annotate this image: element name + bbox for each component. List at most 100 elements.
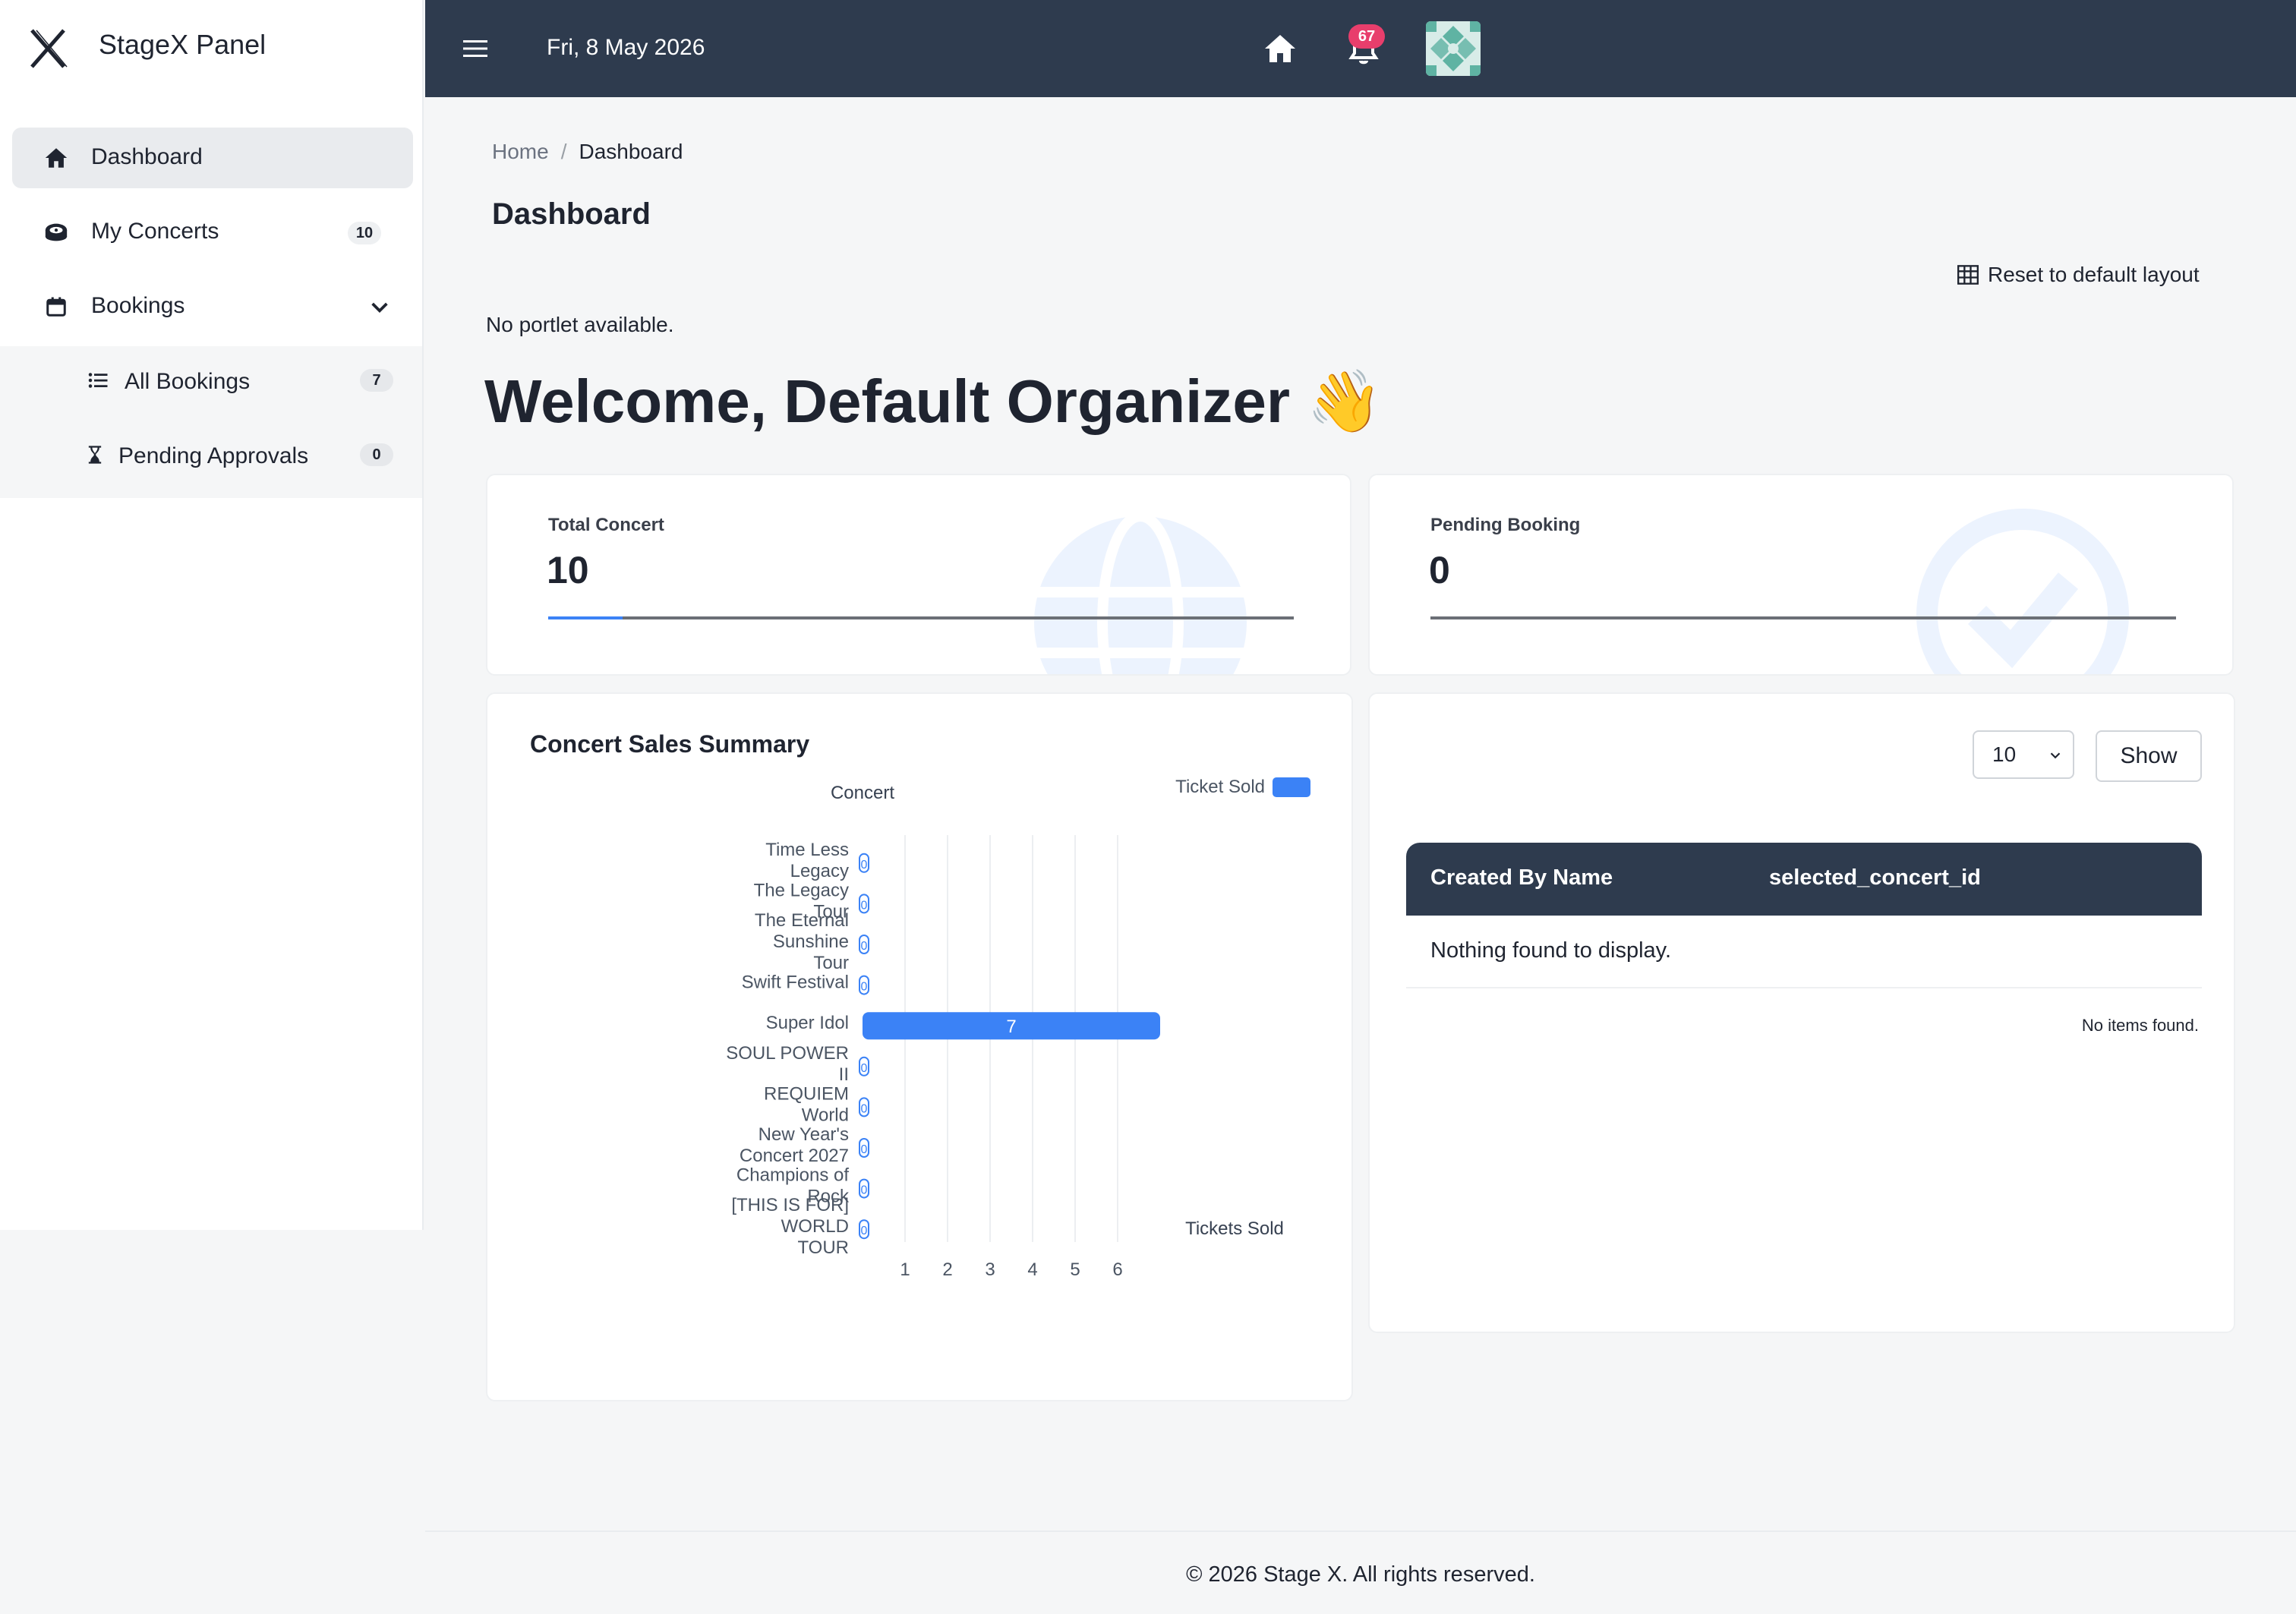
x-tick-label: 5 [1070, 1259, 1080, 1280]
column-header[interactable]: selected_concert_id [1769, 865, 1981, 891]
data-label: 7 [1006, 1017, 1016, 1037]
chevron-down-icon [371, 302, 388, 313]
sidebar-item-label: All Bookings [125, 369, 251, 394]
stat-card-pending-booking: Pending Booking 0 [1368, 474, 2234, 676]
category-label: Tour [813, 953, 849, 973]
stat-progress-bar [548, 616, 1294, 619]
category-label: Legacy [790, 861, 849, 881]
breadcrumb-current: Dashboard [579, 140, 683, 163]
sidebar-item-all-bookings[interactable]: All Bookings 7 [0, 346, 422, 416]
x-tick-label: 4 [1027, 1259, 1037, 1280]
stat-progress-bar [1430, 616, 2176, 619]
album-icon [43, 219, 70, 246]
data-label: 0 [861, 1225, 868, 1237]
legend-label: Ticket Sold [1175, 777, 1265, 797]
reset-layout-label: Reset to default layout [1988, 263, 2200, 286]
topbar: Fri, 8 May 2026 67 [425, 0, 2296, 97]
stat-value: 0 [1429, 549, 1450, 591]
x-logo-icon [30, 29, 68, 68]
list-icon [85, 367, 111, 393]
stat-progress-fill [548, 616, 623, 619]
stat-card-total-concert: Total Concert 10 [486, 474, 1351, 676]
category-label: TOUR [797, 1237, 849, 1258]
sidebar-item-label: Bookings [91, 293, 185, 318]
welcome-heading: Welcome, Default Organizer 👋 [484, 367, 1383, 435]
table-empty-row: Nothing found to display. [1406, 916, 2202, 988]
no-portlet-text: No portlet available. [486, 313, 674, 336]
chart-card: Concert Sales Summary 1 2 3 4 5 6 Concert Ticke… [486, 692, 1353, 1401]
avatar[interactable] [1426, 21, 1481, 76]
empty-message: Nothing found to display. [1430, 938, 1672, 963]
sidebar-item-my-concerts[interactable]: My Concerts 10 [12, 202, 413, 263]
data-label: 0 [861, 1184, 868, 1197]
brand[interactable]: StageX Panel [0, 0, 424, 97]
bookings-table-card: 10 Show Created By Name selected_concert… [1368, 692, 2235, 1333]
category-label: Super Idol [766, 1013, 849, 1033]
footer: © 2026 Stage X. All rights reserved. [425, 1530, 2296, 1614]
sidebar-item-label: My Concerts [91, 219, 219, 244]
column-header[interactable]: Created By Name [1430, 865, 1613, 891]
breadcrumb-home[interactable]: Home [492, 140, 549, 163]
table-footer-text: No items found. [2081, 1016, 2199, 1035]
breadcrumb-separator: / [560, 140, 567, 163]
copyright-text: © 2026 Stage X. All rights reserved. [1186, 1562, 1535, 1587]
bookings-submenu: All Bookings 7 Pending Approvals 0 [0, 346, 422, 498]
show-button[interactable]: Show [2096, 730, 2202, 782]
notification-badge: 67 [1348, 24, 1385, 49]
page-size-value: 10 [1992, 742, 2017, 766]
hourglass-icon [82, 442, 108, 468]
data-label: 0 [861, 981, 868, 994]
stat-value: 10 [547, 549, 589, 591]
concert-sales-chart: 1 2 3 4 5 6 Concert Tickets Sold Ticket Sold Time… [726, 777, 1310, 1280]
data-label: 0 [861, 1062, 868, 1075]
breadcrumb: Home / Dashboard [492, 140, 683, 164]
data-label: 0 [861, 1102, 868, 1115]
data-label: 0 [861, 859, 868, 872]
count-badge: 10 [348, 222, 381, 244]
category-label: Concert 2027 [740, 1146, 849, 1166]
category-label: REQUIEM [764, 1083, 849, 1104]
x-tick-label: 2 [942, 1259, 952, 1280]
legend-swatch [1273, 777, 1310, 797]
category-label: SOUL POWER [726, 1043, 849, 1064]
category-label: The Eternal [755, 910, 849, 931]
sidebar-item-dashboard[interactable]: Dashboard [12, 128, 413, 188]
x-tick-label: 6 [1112, 1259, 1122, 1280]
sidebar: StageX Panel Dashboard My Concerts 10 Bo… [0, 0, 424, 1230]
category-label: World [802, 1105, 849, 1125]
table-header: Created By Name selected_concert_id [1406, 843, 2202, 916]
calendar-icon [43, 293, 70, 320]
category-label: WORLD [781, 1216, 849, 1237]
category-label: Time Less [765, 840, 849, 860]
x-tick-label: 3 [985, 1259, 995, 1280]
check-circle-icon [1916, 509, 2129, 674]
home-icon [43, 144, 70, 172]
page-title: Dashboard [492, 197, 651, 231]
sidebar-item-bookings[interactable]: Bookings [12, 276, 413, 337]
reset-layout-button[interactable]: Reset to default layout [1957, 263, 2200, 287]
category-label: II [839, 1064, 849, 1085]
sidebar-item-pending-approvals[interactable]: Pending Approvals 0 [0, 421, 422, 490]
stat-label: Total Concert [548, 515, 664, 535]
category-label: The Legacy [754, 880, 849, 900]
brand-name: StageX Panel [99, 29, 266, 60]
chevron-down-icon [2050, 752, 2061, 759]
page-size-select[interactable]: 10 [1973, 730, 2074, 779]
stat-label: Pending Booking [1430, 515, 1581, 535]
home-icon[interactable] [1262, 30, 1298, 67]
category-label: New Year's [758, 1124, 849, 1145]
current-date: Fri, 8 May 2026 [547, 35, 705, 60]
menu-icon[interactable] [457, 30, 494, 67]
category-label: Swift Festival [742, 972, 849, 993]
data-label: 0 [861, 899, 868, 912]
sidebar-item-label: Pending Approvals [118, 443, 309, 468]
x-axis-label: Tickets Sold [1185, 1218, 1284, 1239]
data-label: 0 [861, 940, 868, 953]
data-label: 0 [861, 1143, 868, 1156]
x-tick-label: 1 [900, 1259, 910, 1280]
count-badge: 0 [360, 443, 393, 466]
sidebar-item-label: Dashboard [91, 144, 203, 169]
category-label: [THIS IS FOR] [731, 1195, 849, 1215]
category-label: Champions of [736, 1165, 849, 1186]
y-axis-label: Concert [831, 783, 894, 803]
